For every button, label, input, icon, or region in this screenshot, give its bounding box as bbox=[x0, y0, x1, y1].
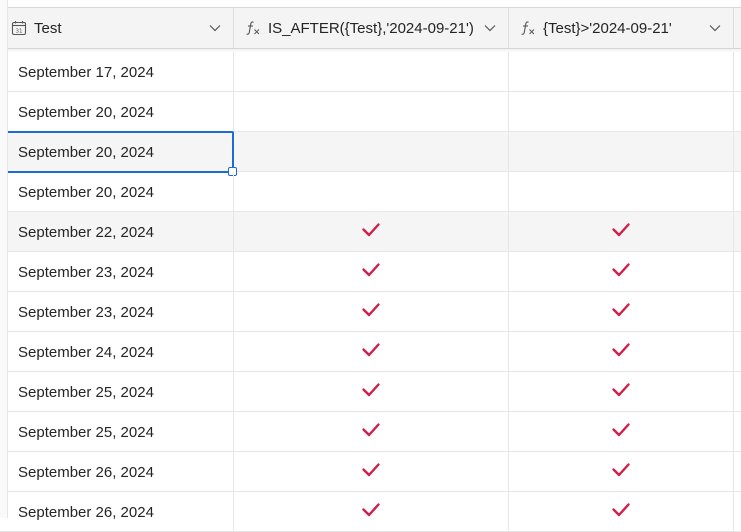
column-header-label: {Test}>'2024-09-21' bbox=[543, 19, 672, 37]
calendar-icon: 31 bbox=[10, 19, 28, 37]
date-cell[interactable]: September 23, 2024 bbox=[8, 252, 234, 292]
chevron-down-icon[interactable] bbox=[707, 20, 723, 36]
table-row[interactable]: September 23, 2024 bbox=[0, 292, 741, 332]
greater-than-cell[interactable] bbox=[509, 492, 734, 532]
table-row[interactable]: September 24, 2024 bbox=[0, 332, 741, 372]
next-column-cell[interactable] bbox=[734, 212, 741, 252]
formula-icon bbox=[519, 19, 537, 37]
date-cell[interactable]: September 20, 2024 bbox=[8, 92, 234, 132]
greater-than-cell[interactable] bbox=[509, 372, 734, 412]
greater-than-cell[interactable] bbox=[509, 292, 734, 332]
grid-rows: September 17, 2024 September 20, 2024 Sept… bbox=[0, 52, 741, 532]
svg-text:31: 31 bbox=[16, 29, 23, 35]
table-row[interactable]: September 17, 2024 bbox=[0, 52, 741, 92]
checkmark-icon bbox=[362, 223, 380, 237]
table-row[interactable]: September 20, 2024 bbox=[0, 92, 741, 132]
table-row[interactable]: September 20, 2024 bbox=[0, 172, 741, 212]
checkmark-icon bbox=[612, 343, 630, 357]
checkmark-icon bbox=[612, 263, 630, 277]
checkmark-icon bbox=[362, 383, 380, 397]
date-cell[interactable]: September 25, 2024 bbox=[8, 372, 234, 412]
is-after-cell[interactable] bbox=[234, 132, 509, 172]
date-cell[interactable]: September 20, 2024 bbox=[8, 132, 234, 172]
is-after-cell[interactable] bbox=[234, 172, 509, 212]
next-column-cell[interactable] bbox=[734, 372, 741, 412]
table-row[interactable]: September 23, 2024 bbox=[0, 252, 741, 292]
is-after-cell[interactable] bbox=[234, 92, 509, 132]
is-after-cell[interactable] bbox=[234, 292, 509, 332]
column-header-greater-than[interactable]: {Test}>'2024-09-21' bbox=[509, 8, 734, 48]
next-column-cell[interactable] bbox=[734, 132, 741, 172]
table-row[interactable]: September 22, 2024 bbox=[0, 212, 741, 252]
next-column-cell[interactable] bbox=[734, 52, 741, 92]
column-header-next[interactable] bbox=[734, 8, 741, 48]
checkmark-icon bbox=[612, 463, 630, 477]
greater-than-cell[interactable] bbox=[509, 52, 734, 92]
greater-than-cell[interactable] bbox=[509, 212, 734, 252]
greater-than-cell[interactable] bbox=[509, 132, 734, 172]
checkmark-icon bbox=[362, 343, 380, 357]
next-column-cell[interactable] bbox=[734, 452, 741, 492]
next-column-cell[interactable] bbox=[734, 412, 741, 452]
next-column-cell[interactable] bbox=[734, 92, 741, 132]
column-header-label: IS_AFTER({Test},'2024-09-21') bbox=[268, 19, 474, 37]
formula-icon bbox=[244, 19, 262, 37]
greater-than-cell[interactable] bbox=[509, 332, 734, 372]
date-cell[interactable]: September 26, 2024 bbox=[8, 452, 234, 492]
next-column-cell[interactable] bbox=[734, 172, 741, 212]
next-column-cell[interactable] bbox=[734, 492, 741, 532]
checkmark-icon bbox=[612, 423, 630, 437]
greater-than-cell[interactable] bbox=[509, 252, 734, 292]
row-gutter bbox=[0, 0, 8, 518]
date-cell[interactable]: September 20, 2024 bbox=[8, 172, 234, 212]
column-header-label: Test bbox=[34, 19, 62, 37]
table-row[interactable]: September 25, 2024 bbox=[0, 372, 741, 412]
table-row[interactable]: September 26, 2024 bbox=[0, 452, 741, 492]
checkmark-icon bbox=[612, 503, 630, 517]
is-after-cell[interactable] bbox=[234, 412, 509, 452]
table-row[interactable]: September 20, 2024 bbox=[0, 131, 741, 176]
checkmark-icon bbox=[362, 503, 380, 517]
is-after-cell[interactable] bbox=[234, 452, 509, 492]
checkmark-icon bbox=[362, 263, 380, 277]
greater-than-cell[interactable] bbox=[509, 172, 734, 212]
is-after-cell[interactable] bbox=[234, 332, 509, 372]
checkmark-icon bbox=[612, 223, 630, 237]
table-row[interactable]: September 25, 2024 bbox=[0, 412, 741, 452]
chevron-down-icon[interactable] bbox=[207, 20, 223, 36]
next-column-cell[interactable] bbox=[734, 292, 741, 332]
checkmark-icon bbox=[612, 383, 630, 397]
greater-than-cell[interactable] bbox=[509, 452, 734, 492]
greater-than-cell[interactable] bbox=[509, 412, 734, 452]
chevron-down-icon[interactable] bbox=[482, 20, 498, 36]
checkmark-icon bbox=[362, 423, 380, 437]
next-column-cell[interactable] bbox=[734, 332, 741, 372]
date-cell[interactable]: September 26, 2024 bbox=[8, 492, 234, 532]
greater-than-cell[interactable] bbox=[509, 92, 734, 132]
is-after-cell[interactable] bbox=[234, 52, 509, 92]
is-after-cell[interactable] bbox=[234, 252, 509, 292]
is-after-cell[interactable] bbox=[234, 492, 509, 532]
column-header-test[interactable]: 31 Test bbox=[0, 8, 234, 48]
checkmark-icon bbox=[612, 303, 630, 317]
is-after-cell[interactable] bbox=[234, 212, 509, 252]
date-cell[interactable]: September 17, 2024 bbox=[8, 52, 234, 92]
grid-header: 31 Test IS_AFTER({Test},'2024-09-21') {T… bbox=[0, 8, 741, 49]
date-cell[interactable]: September 22, 2024 bbox=[8, 212, 234, 252]
date-cell[interactable]: September 23, 2024 bbox=[8, 292, 234, 332]
top-strip bbox=[0, 0, 741, 8]
checkmark-icon bbox=[362, 303, 380, 317]
checkmark-icon bbox=[362, 463, 380, 477]
next-column-cell[interactable] bbox=[734, 252, 741, 292]
is-after-cell[interactable] bbox=[234, 372, 509, 412]
table-row[interactable]: September 26, 2024 bbox=[0, 492, 741, 532]
column-header-is-after[interactable]: IS_AFTER({Test},'2024-09-21') bbox=[234, 8, 509, 48]
date-cell[interactable]: September 24, 2024 bbox=[8, 332, 234, 372]
date-cell[interactable]: September 25, 2024 bbox=[8, 412, 234, 452]
